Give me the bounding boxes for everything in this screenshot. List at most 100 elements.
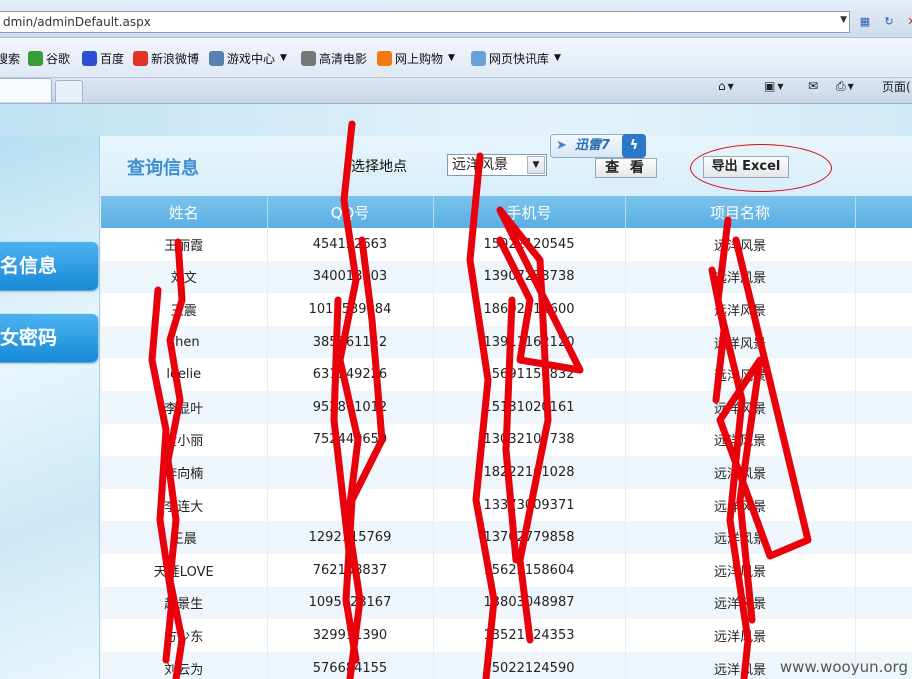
sidebar-item-info[interactable]: 名信息 <box>0 242 98 290</box>
cell-extra <box>855 586 912 620</box>
table-row: 王震 1015539984 18602314600 远洋风景 <box>101 293 912 326</box>
favorite-weibo[interactable]: 新浪微博 <box>133 49 199 67</box>
browser-tab-active[interactable] <box>0 78 52 102</box>
favorite-game[interactable]: 游戏中心 ▼ <box>209 49 287 67</box>
xunlei-bird-icon: ➤ <box>556 138 567 153</box>
cell-qq: 952871012 <box>267 390 434 424</box>
query-toolbar: 查询信息 选择地点 远洋风景 ▼ ➤ 迅雷7 ϟ 查 看 导出 Excel <box>101 134 912 198</box>
stop-icon[interactable]: ✕ <box>903 13 912 31</box>
cell-qq <box>267 456 434 489</box>
cell-qq: 576684155 <box>267 651 434 679</box>
favorite-search[interactable]: 搜索 <box>0 49 20 67</box>
cell-project: 远洋风景 <box>625 228 856 261</box>
cell-qq: 340018803 <box>267 260 434 294</box>
cell-phone: 15131020161 <box>433 390 626 424</box>
table-row: 李连大 13373009371 远洋风景 <box>101 488 912 522</box>
tab-row: ⌂ ▼ ▣ ▼ ✉ ⎙ ▼ 页面( <box>0 78 912 104</box>
favorite-baidu[interactable]: 百度 <box>82 49 124 67</box>
game-icon <box>209 50 224 66</box>
cell-name: 李连大 <box>101 488 268 522</box>
cell-project: 远洋风景 <box>625 619 856 652</box>
page-menu[interactable]: 页面( <box>882 78 911 94</box>
weibo-icon <box>133 50 148 66</box>
mail-icon[interactable]: ✉ <box>808 78 818 94</box>
favorite-label: 百度 <box>100 51 125 66</box>
chevron-down-icon[interactable]: ▼ <box>448 53 455 63</box>
cell-phone: 13373009371 <box>433 488 626 522</box>
table-row: 李向楠 18222161028 远洋风景 <box>101 456 912 489</box>
webslice-icon <box>471 50 486 66</box>
location-label: 选择地点 <box>351 159 407 175</box>
cell-qq: 752440650 <box>267 423 434 457</box>
location-select-value: 远洋风景 <box>452 157 508 173</box>
cell-extra <box>855 423 912 457</box>
table-row: 方少东 329911390 13521924353 远洋风景 <box>101 619 912 652</box>
refresh-icon[interactable]: ↻ <box>880 13 898 31</box>
cell-qq: 454122663 <box>267 228 434 261</box>
location-select[interactable]: 远洋风景 ▼ <box>447 154 547 176</box>
cell-extra <box>855 325 912 359</box>
chevron-down-icon[interactable]: ▼ <box>527 156 545 174</box>
print-icon[interactable]: ⎙ ▼ <box>836 78 854 94</box>
cell-project: 远洋风景 <box>625 260 856 294</box>
cell-name: 天涯LOVE <box>101 553 268 587</box>
new-tab-button[interactable] <box>55 80 83 102</box>
cell-phone: 15022124590 <box>433 651 626 679</box>
cell-phone: 18222161028 <box>433 456 626 489</box>
sidebar: 名信息 女密码 <box>0 136 100 679</box>
cell-project: 远洋风景 <box>625 390 856 424</box>
favorite-movie[interactable]: 高清电影 <box>301 49 367 67</box>
cell-project: 远洋风景 <box>625 521 856 554</box>
address-dropdown-icon[interactable]: ▼ <box>840 15 847 25</box>
chevron-down-icon[interactable]: ▼ <box>554 53 561 63</box>
chevron-down-icon[interactable]: ▼ <box>280 53 287 63</box>
favorites-bar: 搜索 谷歌 百度 新浪微博 游戏中心 ▼ 高清电影 网上购物 ▼ 网页快讯库 ▼ <box>0 38 912 78</box>
cell-phone: 18602314600 <box>433 293 626 326</box>
table-row: 赵景生 1095928167 13803048987 远洋风景 <box>101 586 912 620</box>
movie-icon <box>301 50 316 66</box>
cell-name: 王晨 <box>101 521 268 554</box>
cell-qq: 631549226 <box>267 358 434 391</box>
feeds-icon[interactable]: ▣ ▼ <box>764 78 784 94</box>
cell-extra <box>855 553 912 587</box>
results-table: 姓名 QQ号 手机号 项目名称 王丽霞 454122663 15022120545 远… <box>101 196 912 679</box>
column-header-phone: 手机号 <box>433 196 626 228</box>
table-row: chen 385861152 13911162120 远洋风景 <box>101 325 912 359</box>
cell-project: 远洋风景 <box>625 358 856 391</box>
favorite-webslice[interactable]: 网页快讯库 ▼ <box>471 49 561 67</box>
cell-name: 李显叶 <box>101 390 268 424</box>
taobao-icon <box>377 50 392 66</box>
cell-name: 黄小丽 <box>101 423 268 457</box>
favorite-google[interactable]: 谷歌 <box>28 49 70 67</box>
compatibility-icon[interactable]: ▦ <box>856 13 874 31</box>
cell-name: 王丽霞 <box>101 228 268 261</box>
watermark: www.wooyun.org <box>779 658 908 676</box>
cell-name: 李向楠 <box>101 456 268 489</box>
favorite-label: 网页快讯库 <box>489 51 550 66</box>
column-header-qq: QQ号 <box>267 196 434 228</box>
sidebar-item-password[interactable]: 女密码 <box>0 314 98 362</box>
home-icon[interactable]: ⌂ ▼ <box>718 78 734 94</box>
table-row: 天涯LOVE 762108837 15622158604 远洋风景 <box>101 553 912 587</box>
address-text: dmin/adminDefault.aspx <box>3 15 151 29</box>
cell-project: 远洋风景 <box>625 586 856 620</box>
cell-name: 刘文 <box>101 260 268 294</box>
cell-project: 远洋风景 <box>625 456 856 489</box>
export-excel-button[interactable]: 导出 Excel <box>703 156 789 178</box>
google-icon <box>28 50 43 66</box>
favorite-taobao[interactable]: 网上购物 ▼ <box>377 49 455 67</box>
cell-extra <box>855 228 912 261</box>
cell-project: 远洋风景 <box>625 423 856 457</box>
address-field[interactable]: dmin/adminDefault.aspx ▼ <box>0 11 850 33</box>
cell-qq: 762108837 <box>267 553 434 587</box>
favorite-label: 搜索 <box>0 51 21 66</box>
xunlei-badge[interactable]: ➤ 迅雷7 ϟ <box>550 134 646 158</box>
cell-phone: 15691154832 <box>433 358 626 391</box>
cell-phone: 13907233738 <box>433 260 626 294</box>
cell-extra <box>855 619 912 652</box>
cell-phone: 13803048987 <box>433 586 626 620</box>
view-button[interactable]: 查 看 <box>595 158 657 178</box>
cell-extra <box>855 358 912 391</box>
cell-project: 远洋风景 <box>625 325 856 359</box>
address-bar: dmin/adminDefault.aspx ▼ ▦ ↻ ✕ <box>0 0 912 38</box>
